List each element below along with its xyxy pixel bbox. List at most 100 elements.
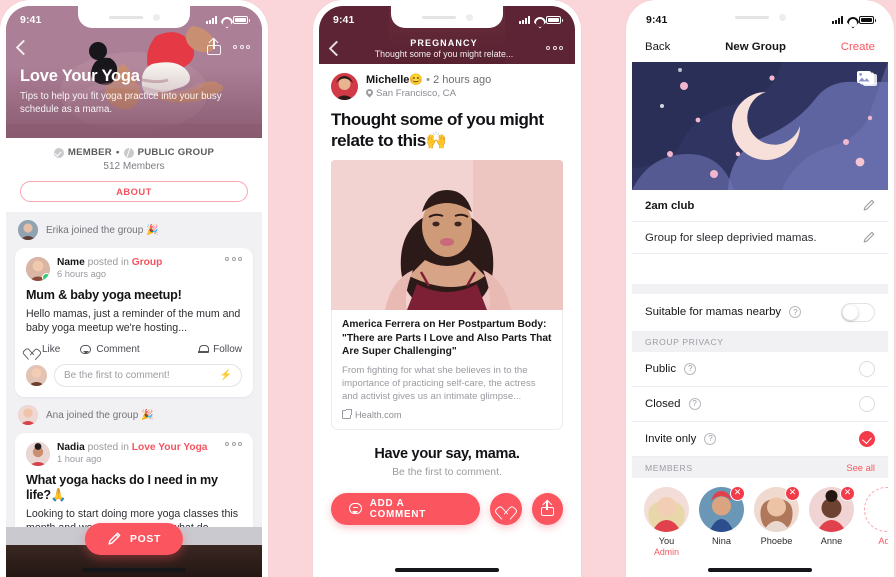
group-description-field[interactable]: Group for sleep deprivied mamas.	[632, 222, 888, 254]
header-subtitle: Thought some of you might relate...	[374, 48, 514, 59]
wifi-icon	[533, 16, 543, 24]
post-author-row[interactable]: Michelle😊 • 2 hours ago San Francisco, C…	[331, 73, 563, 100]
group-cover-image[interactable]	[632, 62, 888, 190]
pencil-icon[interactable]	[862, 231, 875, 244]
post-title: What yoga hacks do I need in my life?🙏	[26, 473, 218, 502]
group-description-value: Group for sleep deprivied mamas.	[645, 231, 817, 244]
post-more-options-icon[interactable]	[225, 257, 242, 261]
comment-icon	[349, 503, 362, 514]
back-button[interactable]: Back	[645, 41, 670, 53]
post-card-1[interactable]: Name posted in Group 6 hours ago Mum & b…	[15, 248, 253, 397]
radio-button-selected[interactable]	[859, 431, 875, 447]
nearby-toggle-row[interactable]: Suitable for mamas nearby ?	[632, 294, 888, 332]
member-item[interactable]: ✕ Nina	[699, 486, 745, 546]
members-section-title: MEMBERS	[645, 462, 693, 473]
member-item[interactable]: You Admin	[644, 487, 689, 557]
night-moon-illustration	[632, 62, 888, 190]
author-emoji: 😊	[409, 74, 424, 86]
remove-member-icon[interactable]: ✕	[840, 486, 855, 501]
post-title: Thought some of you might relate to this…	[331, 110, 544, 150]
nearby-toggle[interactable]	[841, 303, 875, 322]
post-time: 6 hours ago	[57, 269, 107, 279]
photo-library-icon[interactable]	[856, 71, 878, 90]
wifi-icon	[220, 16, 230, 24]
privacy-option-closed[interactable]: Closed ?	[632, 387, 888, 422]
privacy-option-label: Public	[645, 363, 677, 375]
pencil-icon[interactable]	[862, 199, 875, 212]
members-list: You Admin ✕ Nina ✕ Phoebe ✕ Anne Ad	[632, 478, 888, 557]
battery-icon	[859, 16, 876, 24]
share-icon[interactable]	[207, 39, 221, 55]
comment-cta: Have your say, mama. Be the first to com…	[331, 446, 563, 478]
post-more-options-icon[interactable]	[225, 442, 242, 446]
avatar	[26, 442, 50, 466]
follow-button[interactable]: Follow	[198, 344, 242, 355]
front-camera	[465, 13, 473, 21]
comment-input[interactable]: Be the first to comment! ⚡	[54, 364, 242, 387]
post-button-label: POST	[129, 533, 162, 545]
external-link-icon	[342, 408, 352, 419]
radio-button[interactable]	[859, 396, 875, 412]
add-member-item[interactable]: Add	[864, 487, 888, 546]
header-category: PREGNANCY	[410, 37, 478, 48]
link-preview-card[interactable]: America Ferrera on Her Postpartum Body: …	[331, 310, 563, 430]
remove-member-icon[interactable]: ✕	[785, 486, 800, 501]
send-bolt-icon[interactable]: ⚡	[220, 370, 232, 381]
privacy-option-public[interactable]: Public ?	[632, 352, 888, 387]
remove-member-icon[interactable]: ✕	[730, 486, 745, 501]
avatar	[18, 405, 38, 425]
verified-badge-icon	[42, 273, 50, 281]
privacy-option-invite-only[interactable]: Invite only ?	[632, 422, 888, 457]
post-group-link[interactable]: Group	[132, 257, 163, 268]
like-button[interactable]	[490, 492, 522, 525]
more-options-icon[interactable]	[233, 45, 250, 49]
question-mark-icon[interactable]: ?	[688, 397, 701, 410]
home-indicator	[395, 568, 499, 572]
post-button[interactable]: POST	[84, 523, 184, 555]
add-member-icon[interactable]	[864, 487, 888, 532]
create-button[interactable]: Create	[841, 41, 875, 53]
share-button[interactable]	[531, 492, 563, 525]
pencil-icon	[107, 532, 121, 546]
privacy-option-label: Invite only	[645, 433, 697, 445]
radio-button[interactable]	[859, 361, 875, 377]
like-button[interactable]: Like	[26, 344, 60, 355]
posted-in-label: posted in	[87, 442, 129, 453]
privacy-label: PUBLIC GROUP	[137, 147, 215, 158]
group-name-field[interactable]: 2am club	[632, 190, 888, 222]
about-button[interactable]: ABOUT	[20, 181, 248, 202]
post-title: Mum & baby yoga meetup!	[26, 288, 182, 302]
member-name: Nina	[712, 536, 731, 546]
member-name: Phoebe	[760, 536, 793, 546]
member-item[interactable]: ✕ Anne	[809, 486, 855, 546]
question-mark-icon[interactable]: ?	[789, 306, 802, 319]
more-options-icon[interactable]	[546, 46, 563, 50]
post-body: Hello mamas, just a reminder of the mum …	[26, 308, 241, 334]
comment-button[interactable]: Comment	[80, 344, 140, 355]
form-spacer	[632, 254, 888, 284]
privacy-section-title: GROUP PRIVACY	[645, 337, 724, 347]
group-title: Love Your Yoga	[20, 67, 140, 85]
member-item[interactable]: ✕ Phoebe	[754, 486, 800, 546]
meta-separator: •	[115, 147, 120, 158]
nearby-label: Suitable for mamas nearby	[645, 306, 782, 319]
speaker-grille	[734, 15, 769, 19]
speaker-grille	[421, 15, 456, 19]
question-mark-icon[interactable]: ?	[704, 432, 717, 445]
see-all-button[interactable]: See all	[846, 462, 875, 473]
add-comment-button[interactable]: ADD A COMMENT	[331, 492, 481, 525]
speaker-grille	[108, 15, 143, 19]
activity-text: Ana joined the group 🎉	[46, 409, 154, 421]
cellular-signal-icon	[519, 16, 530, 24]
cellular-signal-icon	[832, 16, 843, 24]
notch	[78, 6, 190, 28]
post-time: 1 hour ago	[57, 454, 102, 464]
post-group-link[interactable]: Love Your Yoga	[132, 442, 208, 453]
activity-item-erika: Erika joined the group 🎉	[6, 212, 262, 248]
question-mark-icon[interactable]: ?	[684, 362, 697, 375]
wifi-icon	[846, 16, 856, 24]
post-photo[interactable]	[331, 160, 563, 310]
back-icon[interactable]	[15, 39, 32, 55]
battery-icon	[546, 16, 563, 24]
member-role: Admin	[654, 547, 679, 557]
